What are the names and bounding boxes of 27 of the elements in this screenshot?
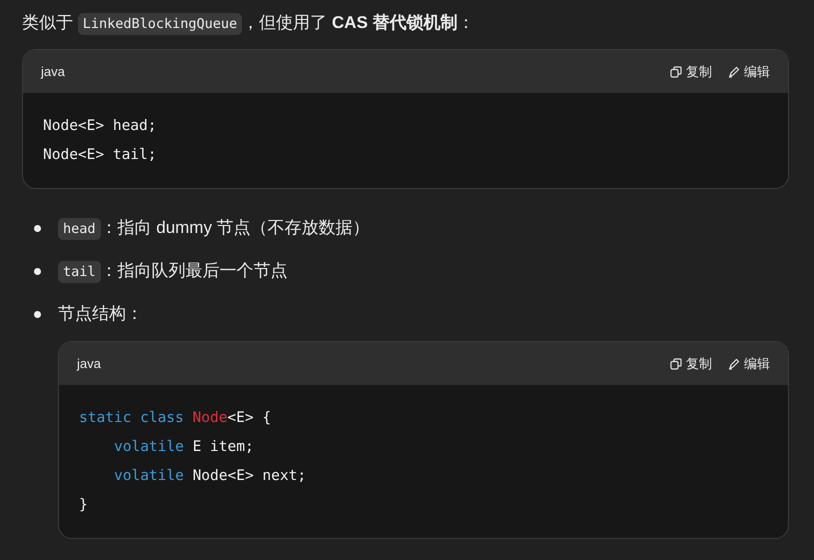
intro-text: 类似于 (22, 13, 74, 32)
copy-button[interactable]: 复制 (670, 354, 712, 372)
bullet-icon (34, 268, 41, 275)
code-line: static class Node<E> { (79, 409, 272, 428)
bullet-icon (34, 311, 41, 318)
inline-code: tail (58, 261, 101, 283)
list-item-text: 节点结构： (58, 304, 143, 323)
code-line: volatile E item; (113, 438, 255, 457)
copy-icon (670, 358, 682, 370)
code-line: volatile Node<E> next; (113, 467, 308, 486)
code-line: } (79, 496, 89, 515)
language-label: java (41, 64, 65, 79)
code-line: Node<E> tail; (43, 146, 158, 165)
pencil-icon (728, 358, 740, 370)
inline-code: LinkedBlockingQueue (78, 13, 242, 35)
edit-button[interactable]: 编辑 (728, 62, 770, 80)
list-item-text: ：指向队列最后一个节点 (100, 261, 288, 280)
edit-button[interactable]: 编辑 (728, 354, 770, 372)
bullet-icon (34, 225, 41, 232)
code-line: Node<E> head; (43, 117, 158, 136)
intro-text: ，但使用了 CAS 替代锁机制： (242, 13, 475, 32)
copy-icon (670, 66, 682, 78)
list-item-text: ：指向 dummy 节点（不存放数据） (100, 218, 370, 237)
pencil-icon (728, 66, 740, 78)
inline-code: head (58, 218, 101, 240)
copy-button[interactable]: 复制 (670, 62, 712, 80)
language-label: java (77, 356, 101, 371)
